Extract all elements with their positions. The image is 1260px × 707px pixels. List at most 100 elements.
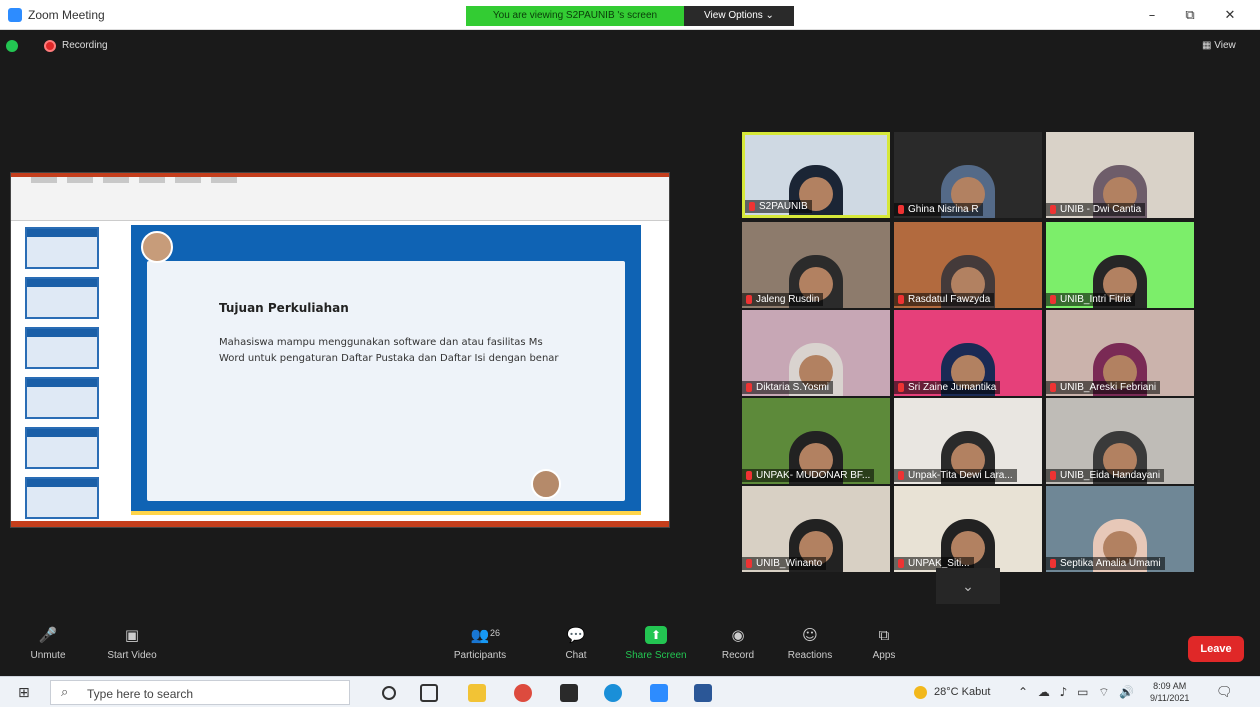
slide-thumbnails [19, 227, 101, 521]
zoom-logo-icon [8, 8, 22, 22]
muted-mic-icon [1050, 559, 1056, 568]
unmute-button[interactable]: 🎤 Unmute [8, 626, 88, 672]
muted-mic-icon [1050, 205, 1056, 214]
muted-mic-icon [746, 471, 752, 480]
powerpoint-ribbon [11, 173, 669, 221]
chat-button[interactable]: 💬 Chat [536, 626, 616, 672]
chrome-icon[interactable] [514, 684, 532, 702]
more-participants-chevron-icon[interactable]: ⌄ [936, 568, 1000, 604]
muted-mic-icon [898, 383, 904, 392]
participant-name: Sri Zaine Jumantika [894, 381, 1001, 394]
participant-tile[interactable]: UNPAK- MUDONAR BF... [742, 398, 890, 484]
muted-mic-icon [898, 559, 904, 568]
viewing-banner: You are viewing S2PAUNIB 's screen [466, 6, 684, 26]
participant-tile[interactable]: UNIB - Dwi Cantia [1046, 132, 1194, 218]
share-screen-label: Share Screen [625, 650, 687, 661]
participants-count: 26 [490, 628, 501, 638]
reactions-label: Reactions [787, 650, 833, 661]
slide-thumbnail [25, 327, 99, 369]
ribbon-tab [139, 177, 165, 183]
participant-name: UNIB_Intri Fitria [1046, 293, 1136, 306]
record-icon: ◉ [731, 626, 745, 644]
muted-mic-icon [898, 471, 904, 480]
participant-tile[interactable]: UNIB_Eida Handayani [1046, 398, 1194, 484]
participant-name: Jaleng Rusdin [742, 293, 824, 306]
participant-tile[interactable]: Septika Amalia Umami [1046, 486, 1194, 572]
participant-tile[interactable]: UNIB_Winanto [742, 486, 890, 572]
muted-mic-icon [1050, 383, 1056, 392]
taskbar-search-input[interactable]: ⌕ Type here to search [50, 680, 350, 705]
meeting-toolbar: 🎤 Unmute ▣ Start Video 👥 26 Participants… [0, 620, 1260, 674]
restore-button[interactable]: ⧉ [1178, 6, 1202, 26]
slide: Tujuan Perkuliahan Mahasiswa mampu mengg… [147, 261, 625, 501]
participant-tile[interactable]: Rasdatul Fawzyda [894, 222, 1042, 308]
weather-icon [914, 686, 927, 699]
participants-button[interactable]: 👥 26 Participants [440, 626, 520, 672]
app-icon[interactable] [560, 684, 578, 702]
presenter-avatar [531, 469, 561, 499]
ribbon-tab [211, 177, 237, 183]
system-tray-icons[interactable]: ⌃ ☁ ♪ ▭ ⌔ 🔊 [1018, 685, 1137, 700]
view-options-button[interactable]: View Options ⌄ [684, 6, 794, 26]
recording-icon [44, 40, 56, 52]
recording-label: Recording [62, 40, 108, 51]
close-button[interactable]: ✕ [1218, 6, 1242, 26]
edge-icon[interactable] [604, 684, 622, 702]
slide-thumbnail [25, 227, 99, 269]
zoom-taskbar-icon[interactable] [650, 684, 668, 702]
start-video-button[interactable]: ▣ Start Video [92, 626, 172, 672]
clock[interactable]: 8:09 AM 9/11/2021 [1150, 680, 1189, 704]
participant-tile[interactable]: Sri Zaine Jumantika [894, 310, 1042, 396]
participant-tile[interactable]: Jaleng Rusdin [742, 222, 890, 308]
participant-name: Septika Amalia Umami [1046, 557, 1165, 570]
windows-taskbar: ⊞ ⌕ Type here to search 28°C Kabut ⌃ ☁ ♪… [0, 676, 1260, 707]
task-view-icon[interactable] [420, 684, 438, 702]
leave-button[interactable]: Leave [1188, 636, 1244, 662]
apps-icon: ⧉ [878, 626, 890, 644]
slide-thumbnail [25, 377, 99, 419]
reactions-button[interactable]: ☺ Reactions [770, 626, 850, 672]
security-shield-icon[interactable] [6, 40, 18, 52]
apps-button[interactable]: ⧉ Apps [844, 626, 924, 672]
window-title: Zoom Meeting [28, 8, 105, 22]
participant-tile[interactable]: Unpak-Tita Dewi Lara... [894, 398, 1042, 484]
share-screen-icon: ⬆ [645, 626, 667, 644]
search-placeholder: Type here to search [87, 687, 194, 701]
muted-mic-icon [1050, 471, 1056, 480]
share-screen-button[interactable]: ⬆ Share Screen [616, 626, 696, 672]
view-button[interactable]: ▦ View [1202, 40, 1236, 51]
cortana-icon[interactable] [382, 686, 396, 700]
muted-mic-icon [898, 295, 904, 304]
slide-canvas: Tujuan Perkuliahan Mahasiswa mampu mengg… [131, 225, 641, 515]
participant-tile[interactable]: UNPAK_Siti... [894, 486, 1042, 572]
weather-text[interactable]: 28°C Kabut [934, 686, 990, 698]
unmute-label: Unmute [30, 650, 66, 661]
chat-icon: 💬 [566, 626, 586, 644]
windows-start-icon[interactable]: ⊞ [18, 685, 34, 701]
record-button[interactable]: ◉ Record [698, 626, 778, 672]
slide-accent-line [131, 511, 641, 515]
participant-tile[interactable]: S2PAUNIB [742, 132, 890, 218]
search-icon: ⌕ [61, 685, 69, 700]
video-off-icon: ▣ [124, 626, 140, 644]
participants-label: Participants [453, 650, 507, 661]
slide-thumbnail [25, 477, 99, 519]
participant-name: UNIB_Eida Handayani [1046, 469, 1165, 482]
presenter-avatar [141, 231, 173, 263]
ribbon-tab [103, 177, 129, 183]
notification-icon[interactable]: 🗨 [1216, 685, 1233, 700]
participant-tile[interactable]: Diktaria S.Yosmi [742, 310, 890, 396]
participant-name: Diktaria S.Yosmi [742, 381, 833, 394]
muted-mic-icon [746, 559, 752, 568]
slide-thumbnail [25, 277, 99, 319]
shared-screen: Tujuan Perkuliahan Mahasiswa mampu mengg… [10, 172, 670, 528]
slide-body: Mahasiswa mampu menggunakan software dan… [219, 337, 559, 364]
word-icon[interactable] [694, 684, 712, 702]
participant-tile[interactable]: UNIB_Areski Febriani [1046, 310, 1194, 396]
file-explorer-icon[interactable] [468, 684, 486, 702]
minimize-button[interactable]: – [1140, 6, 1164, 26]
participant-tile[interactable]: UNIB_Intri Fitria [1046, 222, 1194, 308]
participant-tile[interactable]: Ghina Nisrina R [894, 132, 1042, 218]
participant-name: Rasdatul Fawzyda [894, 293, 995, 306]
clock-time: 8:09 AM [1153, 681, 1187, 691]
